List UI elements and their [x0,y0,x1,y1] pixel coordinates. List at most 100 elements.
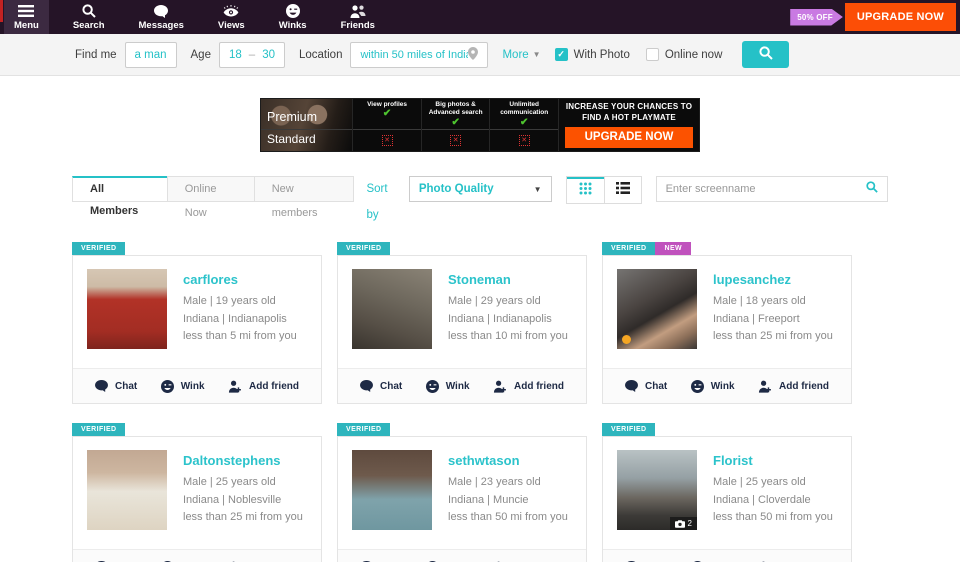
camera-icon [675,520,685,528]
grid-view-icon [579,182,592,200]
member-gender-age: Male | 25 years old [713,476,833,488]
member-distance: less than 50 mi from you [713,511,833,523]
search-icon [82,4,96,19]
grid-view-button[interactable] [567,177,604,203]
add-friend-button[interactable]: Add friend [228,380,299,393]
nav-item-views[interactable]: Views [208,0,255,34]
upgrade-promo-banner: Premium Standard View profiles ✔ ✕ Big p… [260,98,700,152]
menu-icon [18,4,34,19]
member-name[interactable]: Florist [713,453,833,468]
banner-feature-view-profiles: View profiles ✔ ✕ [352,99,421,151]
age-label: Age [191,49,211,61]
member-card: VERIFIED Daltonstephens Male | 25 years … [72,423,322,562]
banner-feature-unlimited-communication: Unlimited communication ✔ ✕ [489,99,558,151]
chat-icon [625,380,638,392]
member-distance: less than 50 mi from you [448,511,568,523]
cross-icon: ✕ [382,135,393,146]
member-name[interactable]: Daltonstephens [183,453,303,468]
banner-feature-big-photos: Big photos & Advanced search ✔ ✕ [421,99,490,151]
find-me-label: Find me [75,49,117,61]
location-label: Location [299,49,342,61]
member-photo[interactable] [87,450,167,530]
online-indicator [622,335,631,344]
member-name[interactable]: carflores [183,272,297,287]
age-range-input[interactable]: 18 – 30 [219,42,285,68]
wink-icon [426,380,439,393]
nav-item-menu[interactable]: Menu [4,0,49,34]
views-icon [223,4,239,19]
add-friend-button[interactable]: Add friend [758,380,829,393]
wink-icon [691,380,704,393]
member-location: Indiana | Noblesville [183,494,303,506]
member-gender-age: Male | 25 years old [183,476,303,488]
add-friend-button[interactable]: Add friend [493,380,564,393]
with-photo-checkbox[interactable]: ✓ [555,48,568,61]
search-filter-bar: Find me a man Age 18 – 30 Location withi… [0,34,960,76]
member-location: Indiana | Muncie [448,494,568,506]
member-tabs: All Members Online Now New members [72,176,354,202]
winks-icon [286,4,300,19]
member-location: Indiana | Freeport [713,313,833,325]
plan-premium-label: Premium [267,110,317,124]
photo-count-badge: 2 [670,517,697,530]
list-view-button[interactable] [604,177,641,203]
upgrade-now-button[interactable]: UPGRADE NOW [845,3,956,31]
verified-badge: VERIFIED [72,242,125,255]
check-icon: ✔ [520,118,528,128]
nav-promo: 50% OFF UPGRADE NOW [790,0,960,34]
add-friend-icon [493,380,507,393]
search-submit-button[interactable] [742,41,789,68]
location-pin-icon [468,47,478,63]
nav-item-friends[interactable]: Friends [331,0,385,34]
age-min[interactable]: 18 [229,49,242,61]
online-now-checkbox[interactable] [646,48,659,61]
nav-item-messages[interactable]: Messages [129,0,194,34]
screenname-input[interactable] [666,183,866,195]
member-photo[interactable] [352,450,432,530]
member-name[interactable]: lupesanchez [713,272,833,287]
tab-all-members[interactable]: All Members [72,176,168,202]
wink-button[interactable]: Wink [161,380,205,393]
screenname-search-field [656,176,888,202]
member-photo[interactable]: 2 [617,450,697,530]
age-max[interactable]: 30 [262,49,275,61]
verified-badge: VERIFIED [72,423,125,436]
add-friend-icon [228,380,242,393]
member-name[interactable]: Stoneman [448,272,568,287]
member-location: Indiana | Indianapolis [448,313,568,325]
member-photo[interactable] [87,269,167,349]
wink-button[interactable]: Wink [691,380,735,393]
search-icon[interactable] [866,180,878,198]
chat-button[interactable]: Chat [95,380,137,392]
chat-button[interactable]: Chat [360,380,402,392]
chat-button[interactable]: Chat [625,380,667,392]
nav-item-winks[interactable]: Winks [269,0,317,34]
banner-upgrade-now-button[interactable]: UPGRADE NOW [565,127,693,148]
cross-icon: ✕ [450,135,461,146]
chat-icon [95,380,108,392]
member-photo[interactable] [617,269,697,349]
list-view-icon [616,181,630,199]
top-navbar: Menu Search Messages Views Winks Friends… [0,0,960,34]
more-caret-icon[interactable]: ▼ [533,50,541,59]
banner-models-photo: Premium Standard [261,99,352,151]
member-gender-age: Male | 19 years old [183,295,297,307]
member-card: VERIFIED Stoneman Male | 29 years old In… [337,242,587,404]
tab-new-members[interactable]: New members [254,176,355,202]
verified-badge: VERIFIED [337,423,390,436]
nav-item-search[interactable]: Search [63,0,115,34]
more-filters-link[interactable]: More [502,49,528,61]
member-distance: less than 25 mi from you [713,330,833,342]
find-me-select[interactable]: a man [125,42,177,68]
location-input[interactable]: within 50 miles of Indian... [350,42,488,68]
sort-select[interactable]: Photo Quality ▼ [409,176,552,202]
tab-online-now[interactable]: Online Now [167,176,255,202]
members-toolbar: All Members Online Now New members Sort … [72,176,888,228]
verified-badge: VERIFIED [337,242,390,255]
member-distance: less than 25 mi from you [183,511,303,523]
messages-icon [154,4,168,19]
search-icon [759,46,773,63]
wink-button[interactable]: Wink [426,380,470,393]
member-photo[interactable] [352,269,432,349]
member-name[interactable]: sethwtason [448,453,568,468]
